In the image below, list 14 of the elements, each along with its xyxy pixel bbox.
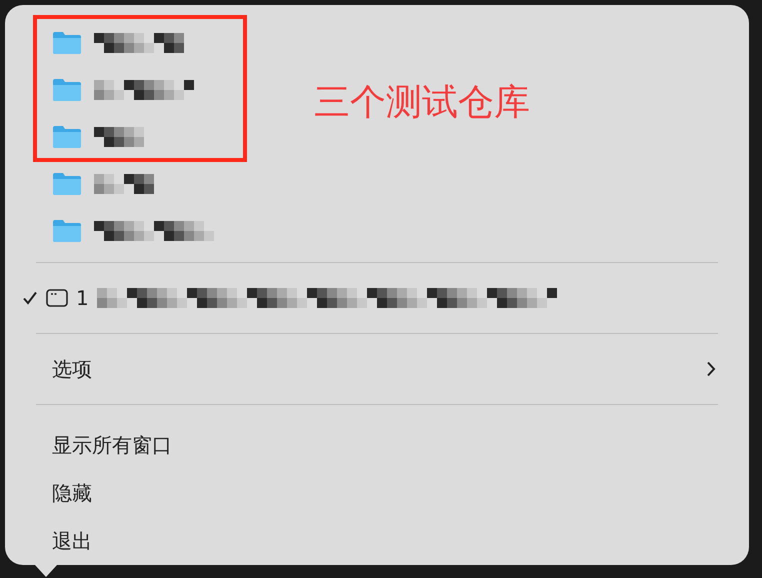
folder-icon [52, 172, 82, 196]
options-label: 选项 [52, 356, 92, 382]
window-icon [46, 289, 68, 307]
menu-item[interactable]: 隐藏 [36, 469, 718, 517]
window-number: 1 [76, 286, 89, 310]
options-menu-item[interactable]: 选项 [36, 342, 718, 396]
annotation-text: 三个测试仓库 [314, 81, 530, 125]
window-item[interactable]: 1 [22, 271, 718, 325]
folder-icon [52, 78, 82, 102]
folder-icon [52, 30, 82, 54]
folder-icon [52, 124, 82, 148]
folder-icon [52, 218, 82, 242]
menu-item[interactable]: 退出 [36, 517, 718, 565]
menu-item[interactable]: 显示所有窗口 [36, 421, 718, 469]
